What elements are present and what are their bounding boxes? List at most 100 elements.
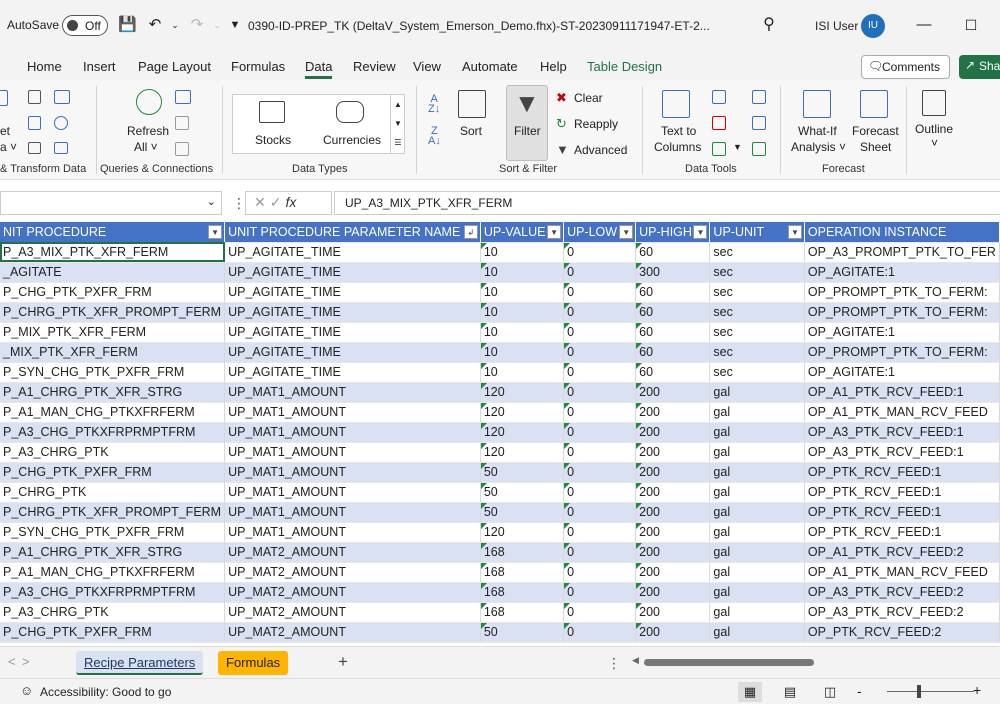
column-header-unit-procedure-parameter-name[interactable]: UNIT PROCEDURE PARAMETER NAME ↲ xyxy=(224,222,481,243)
chevron-down-icon[interactable]: ⌄ xyxy=(207,195,216,208)
cell-up-value[interactable]: 10 xyxy=(480,342,565,363)
more-icon[interactable]: ⋮ xyxy=(232,195,246,212)
cell-up-low[interactable]: 0 xyxy=(563,422,637,443)
page-break-view-icon[interactable]: ◫ xyxy=(818,682,842,702)
outline-icon[interactable] xyxy=(922,90,946,116)
cell-unit-procedure[interactable]: P_CHRG_PTK xyxy=(0,482,226,503)
cell-unit-procedure-parameter-name[interactable]: UP_MAT1_AMOUNT xyxy=(224,482,481,503)
queries-connections-icon[interactable] xyxy=(175,90,191,104)
cell-up-high[interactable]: 200 xyxy=(635,402,711,423)
cell-up-low[interactable]: 0 xyxy=(563,562,637,583)
existing-connections-icon[interactable] xyxy=(54,116,68,130)
refresh-all-label[interactable]: All ˅ xyxy=(134,140,158,154)
cell-operation-instance[interactable]: OP_A1_PTK_MAN_RCV_FEED xyxy=(804,402,1000,423)
cell-unit-procedure[interactable]: P_CHG_PTK_PXFR_FRM xyxy=(0,622,226,643)
cell-operation-instance[interactable]: OP_A3_PTK_RCV_FEED:2 xyxy=(804,582,1000,603)
zoom-slider-thumb[interactable] xyxy=(917,685,921,698)
cell-unit-procedure[interactable]: P_A1_MAN_CHG_PTKXFRFERM xyxy=(0,402,226,423)
zoom-slider-track[interactable] xyxy=(887,691,974,692)
cell-operation-instance[interactable]: OP_PTK_RCV_FEED:1 xyxy=(804,482,1000,503)
cell-up-low[interactable]: 0 xyxy=(563,302,637,323)
cell-unit-procedure[interactable]: P_A3_CHG_PTKXFRPRMPTFRM xyxy=(0,582,226,603)
tab-page-layout[interactable]: Page Layout xyxy=(138,59,211,74)
filter-dropdown-icon[interactable]: ▼ xyxy=(547,225,562,239)
cell-unit-procedure[interactable]: P_A1_MAN_CHG_PTKXFRFERM xyxy=(0,562,226,583)
scroll-left-icon[interactable]: ◀ xyxy=(632,655,639,666)
cell-up-high[interactable]: 60 xyxy=(635,342,711,363)
cell-up-unit[interactable]: sec xyxy=(709,262,805,283)
sheet-scroll-right-icon[interactable]: > xyxy=(22,654,30,669)
sheet-tab-recipe-parameters[interactable]: Recipe Parameters xyxy=(76,651,204,675)
cell-up-value[interactable]: 168 xyxy=(480,542,565,563)
cell-unit-procedure[interactable]: P_A3_CHRG_PTK xyxy=(0,442,226,463)
cell-up-low[interactable]: 0 xyxy=(563,242,637,263)
cell-operation-instance[interactable]: OP_PROMPT_PTK_TO_FERM: xyxy=(804,342,1000,363)
cell-up-unit[interactable]: gal xyxy=(709,602,805,623)
zoom-in-button[interactable]: + xyxy=(973,682,981,698)
cell-operation-instance[interactable]: OP_PTK_RCV_FEED:1 xyxy=(804,462,1000,483)
more-icon[interactable]: ⋮ xyxy=(607,655,621,672)
filter-dropdown-icon[interactable]: ▼ xyxy=(787,225,802,239)
tab-formulas[interactable]: Formulas xyxy=(231,59,285,74)
cell-up-value[interactable]: 168 xyxy=(480,582,565,603)
tab-insert[interactable]: Insert xyxy=(83,59,116,74)
cell-unit-procedure[interactable]: _MIX_PTK_XFR_FERM xyxy=(0,342,226,363)
cell-unit-procedure-parameter-name[interactable]: UP_MAT2_AMOUNT xyxy=(224,562,481,583)
tab-view[interactable]: View xyxy=(413,59,441,74)
cell-unit-procedure-parameter-name[interactable]: UP_MAT1_AMOUNT xyxy=(224,462,481,483)
cell-up-high[interactable]: 200 xyxy=(635,562,711,583)
cell-unit-procedure-parameter-name[interactable]: UP_AGITATE_TIME xyxy=(224,362,481,383)
stocks-button[interactable]: Stocks xyxy=(255,133,291,147)
cell-operation-instance[interactable]: OP_A3_PTK_RCV_FEED:1 xyxy=(804,422,1000,443)
cell-up-high[interactable]: 60 xyxy=(635,302,711,323)
from-text-icon[interactable] xyxy=(28,90,41,104)
from-web-icon[interactable] xyxy=(28,116,41,130)
scrollbar-thumb[interactable] xyxy=(644,659,814,666)
properties-icon[interactable] xyxy=(175,116,189,130)
currencies-button[interactable]: Currencies xyxy=(323,133,381,147)
insert-function-icon[interactable]: fx xyxy=(285,194,296,210)
cell-operation-instance[interactable]: OP_AGITATE:1 xyxy=(804,262,1000,283)
normal-view-icon[interactable]: ▦ xyxy=(738,682,762,702)
data-validation-caret-icon[interactable]: ▼ xyxy=(733,142,742,152)
cell-operation-instance[interactable]: OP_AGITATE:1 xyxy=(804,362,1000,383)
cell-up-high[interactable]: 200 xyxy=(635,602,711,623)
cell-up-low[interactable]: 0 xyxy=(563,342,637,363)
cell-operation-instance[interactable]: OP_A1_PTK_MAN_RCV_FEED xyxy=(804,562,1000,583)
cell-up-high[interactable]: 60 xyxy=(635,242,711,263)
cell-up-value[interactable]: 10 xyxy=(480,322,565,343)
cell-up-high[interactable]: 200 xyxy=(635,542,711,563)
text-to-columns-icon[interactable] xyxy=(662,90,690,118)
worksheet-grid[interactable]: NIT PROCEDURE ▼ UNIT PROCEDURE PARAMETER N… xyxy=(0,222,1000,646)
cell-unit-procedure[interactable]: P_CHRG_PTK_XFR_PROMPT_FERM xyxy=(0,302,226,323)
cell-unit-procedure-parameter-name[interactable]: UP_MAT1_AMOUNT xyxy=(224,402,481,423)
cell-unit-procedure[interactable]: P_CHG_PTK_PXFR_FRM xyxy=(0,282,226,303)
relationships-icon[interactable] xyxy=(752,116,766,130)
cell-unit-procedure[interactable]: P_SYN_CHG_PTK_PXFR_FRM xyxy=(0,362,226,383)
sheet-scroll-left-icon[interactable]: < xyxy=(8,654,16,669)
formula-input[interactable]: UP_A3_MIX_PTK_XFR_FERM xyxy=(334,191,1000,215)
cell-up-unit[interactable]: gal xyxy=(709,402,805,423)
cell-up-value[interactable]: 120 xyxy=(480,442,565,463)
cell-unit-procedure[interactable]: P_SYN_CHG_PTK_PXFR_FRM xyxy=(0,522,226,543)
tab-automate[interactable]: Automate xyxy=(462,59,518,74)
share-button[interactable]: ↗ Sha xyxy=(959,55,1000,79)
horizontal-scrollbar[interactable]: ◀ xyxy=(632,655,1000,667)
consolidate-icon[interactable] xyxy=(752,90,766,104)
properties-icon[interactable] xyxy=(54,142,68,154)
cell-up-value[interactable]: 168 xyxy=(480,602,565,623)
cell-operation-instance[interactable]: OP_A3_PTK_RCV_FEED:1 xyxy=(804,442,1000,463)
column-header-up-unit[interactable]: UP-UNIT ▼ xyxy=(709,222,805,243)
cell-up-high[interactable]: 60 xyxy=(635,362,711,383)
cell-up-high[interactable]: 200 xyxy=(635,502,711,523)
cell-unit-procedure[interactable]: P_A1_CHRG_PTK_XFR_STRG xyxy=(0,382,226,403)
cell-unit-procedure-parameter-name[interactable]: UP_MAT2_AMOUNT xyxy=(224,542,481,563)
what-if-label-2[interactable]: Analysis ˅ xyxy=(791,140,846,154)
cell-up-value[interactable]: 10 xyxy=(480,362,565,383)
cell-up-value[interactable]: 168 xyxy=(480,562,565,583)
what-if-analysis-icon[interactable] xyxy=(803,90,831,118)
forecast-sheet-label-1[interactable]: Forecast xyxy=(852,124,899,138)
filter-dropdown-icon[interactable]: ▼ xyxy=(619,225,634,239)
cell-up-low[interactable]: 0 xyxy=(563,602,637,623)
cell-up-value[interactable]: 50 xyxy=(480,502,565,523)
